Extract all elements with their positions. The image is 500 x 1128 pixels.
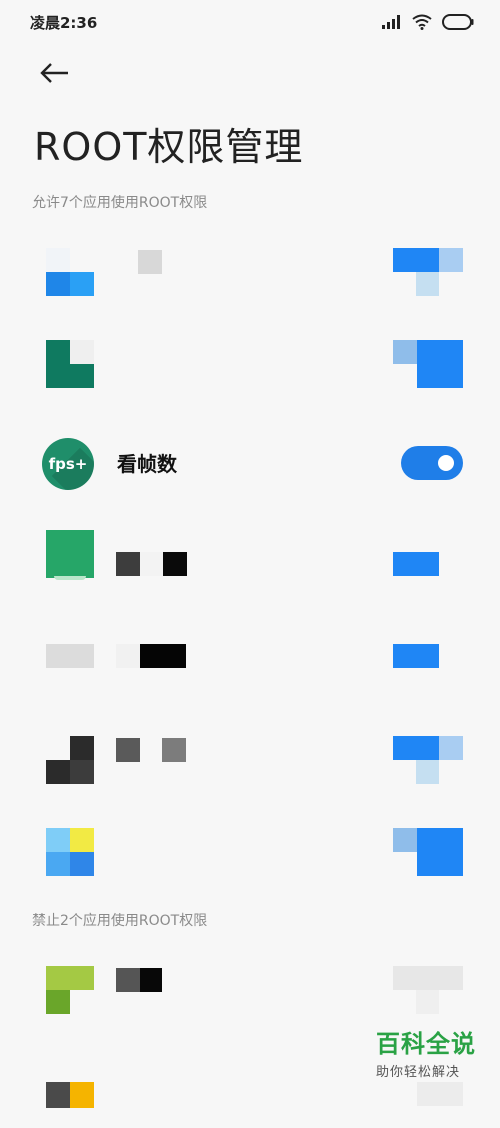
app-icon — [46, 530, 94, 580]
status-time: 凌晨2:36 — [30, 14, 98, 32]
page-title: ROOT权限管理 — [34, 125, 304, 169]
watermark-main: 百科全说 — [376, 1030, 476, 1058]
root-toggle[interactable] — [393, 736, 463, 784]
root-toggle[interactable] — [393, 622, 463, 670]
root-toggle[interactable] — [393, 828, 463, 876]
fps-root-toggle[interactable] — [401, 446, 463, 480]
denied-section-label: 禁止2个应用使用ROOT权限 — [32, 913, 208, 929]
app-icon — [46, 1060, 94, 1108]
toggle-knob — [438, 455, 454, 471]
app-row-5[interactable] — [0, 600, 500, 690]
allowed-section-label: 允许7个应用使用ROOT权限 — [32, 195, 208, 211]
app-row-7[interactable] — [0, 806, 500, 896]
root-toggle[interactable] — [393, 966, 463, 1014]
app-row-6[interactable] — [0, 714, 500, 804]
app-icon — [46, 622, 94, 670]
watermark-sub: 助你轻松解决 — [376, 1065, 461, 1080]
app-row-fps[interactable]: fps+ 看帧数 — [0, 418, 500, 508]
watermark: 百科全说 助你轻松解决 — [376, 1024, 488, 1080]
app-row-1[interactable] — [0, 226, 500, 316]
denied-app-row-1[interactable] — [0, 944, 500, 1034]
app-icon — [46, 340, 94, 388]
back-button[interactable] — [36, 56, 72, 90]
app-row-2[interactable] — [0, 318, 500, 408]
root-toggle[interactable] — [393, 248, 463, 296]
fps-icon-text: fps+ — [48, 455, 88, 473]
fps-app-name: 看帧数 — [117, 452, 177, 476]
back-arrow-icon — [40, 63, 68, 83]
fps-app-icon: fps+ — [42, 438, 94, 490]
root-toggle[interactable] — [393, 340, 463, 388]
signal-icon — [382, 15, 400, 29]
app-icon — [46, 736, 94, 784]
app-row-4[interactable] — [0, 508, 500, 598]
app-icon — [46, 828, 94, 876]
status-bar: 凌晨2:36 — [0, 0, 500, 44]
status-icons — [382, 12, 474, 32]
app-icon — [46, 248, 94, 296]
battery-icon — [442, 14, 474, 30]
root-toggle[interactable] — [393, 530, 463, 578]
wifi-icon — [412, 14, 432, 30]
app-icon — [46, 966, 94, 1014]
